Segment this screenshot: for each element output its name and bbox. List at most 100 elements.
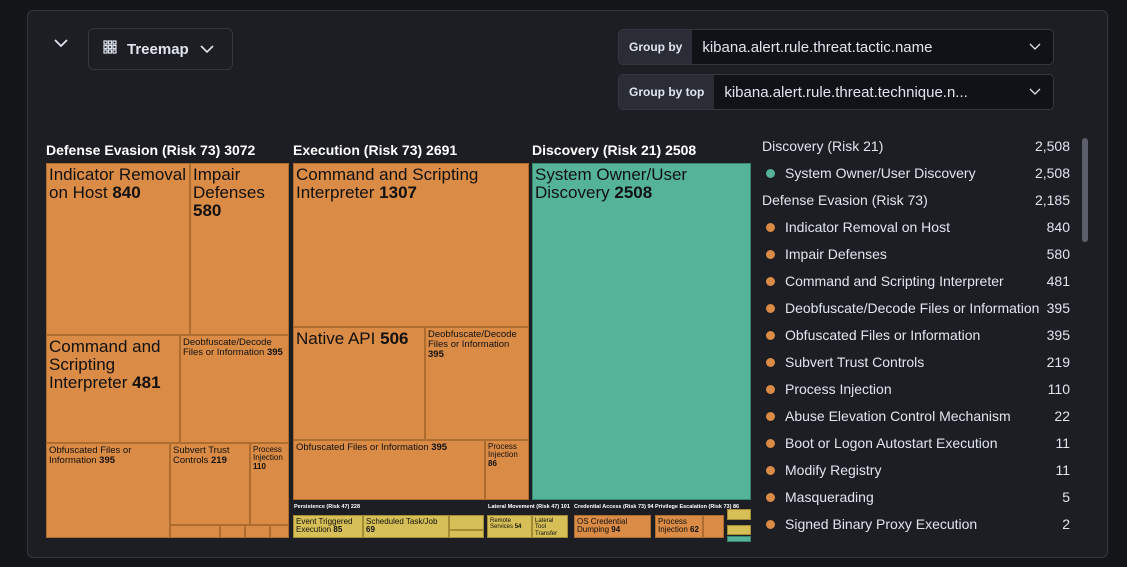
- group-title: Credential Access (Risk 73) 94: [574, 504, 654, 510]
- treemap-cell[interactable]: Lateral Tool Transfer 46: [532, 515, 568, 538]
- legend-item[interactable]: Impair Defenses 580: [762, 244, 1070, 264]
- legend-value: 219: [1046, 354, 1070, 370]
- legend-item[interactable]: Boot or Logon Autostart Execution 11: [762, 433, 1070, 453]
- group-value: 101: [560, 504, 570, 510]
- treemap-cell[interactable]: OS Credential Dumping 94: [574, 515, 651, 538]
- cell-value: 46: [535, 537, 542, 538]
- treemap-cell[interactable]: Event Triggered Execution 85: [293, 515, 363, 538]
- group-title: Execution (Risk 73) 2691: [293, 142, 457, 158]
- treemap-cell[interactable]: Obfuscated Files or Information 395: [46, 443, 170, 538]
- legend-value: 2,185: [1034, 192, 1070, 208]
- legend-item[interactable]: Process Injection 110: [762, 379, 1070, 399]
- legend-group[interactable]: Discovery (Risk 21) 2,508: [762, 136, 1070, 156]
- collapse-chevron-icon[interactable]: [52, 36, 70, 50]
- treemap-cell[interactable]: Process Injection 110: [250, 443, 289, 525]
- legend-dot-icon: [766, 249, 775, 259]
- legend-value: 22: [1054, 408, 1070, 424]
- legend-value: 11: [1055, 462, 1070, 478]
- legend-item[interactable]: Modify Registry 11: [762, 460, 1070, 480]
- view-type-selector[interactable]: Treemap: [88, 28, 233, 70]
- legend-value: 2,508: [1034, 165, 1070, 181]
- legend-group[interactable]: Defense Evasion (Risk 73) 2,185: [762, 190, 1070, 210]
- legend-name: Abuse Elevation Control Mechanism: [785, 408, 1011, 424]
- group-by-top-value: kibana.alert.rule.threat.technique.n...: [724, 83, 968, 101]
- cell-value: 219: [211, 454, 227, 466]
- treemap-cell[interactable]: System Owner/User Discovery 2508: [532, 163, 751, 500]
- cell-value: 506: [380, 329, 409, 348]
- legend-item[interactable]: Obfuscated Files or Information 395: [762, 325, 1070, 345]
- group-title: Persistence (Risk 47) 228: [294, 504, 360, 510]
- legend-item[interactable]: Masquerading 5: [762, 487, 1070, 507]
- treemap-cell[interactable]: Process Injection 86: [485, 440, 529, 500]
- legend-name: Boot or Logon Autostart Execution: [785, 435, 998, 451]
- legend-name: Defense Evasion (Risk 73): [762, 192, 928, 208]
- treemap-cell[interactable]: Process Injection 62: [655, 515, 703, 538]
- legend-scrollbar[interactable]: [1082, 138, 1088, 242]
- group-by-select[interactable]: Group by kibana.alert.rule.threat.tactic…: [618, 29, 1054, 65]
- legend-value: 2,508: [1034, 138, 1070, 154]
- legend-dot-icon: [766, 357, 775, 367]
- cell-value: 395: [99, 454, 116, 466]
- group-by-value: kibana.alert.rule.threat.tactic.name: [702, 38, 933, 56]
- treemap-cell[interactable]: Scheduled Task/Job 69: [363, 515, 449, 538]
- cell-value: 69: [366, 525, 375, 535]
- legend-value: 395: [1046, 300, 1070, 316]
- group-name: Privilege Escalation (Risk 73): [655, 504, 732, 510]
- legend-item[interactable]: Subvert Trust Controls 219: [762, 352, 1070, 372]
- legend-value: 110: [1047, 381, 1070, 397]
- cell-name: Impair Defenses: [193, 165, 265, 202]
- legend-item[interactable]: Indicator Removal on Host 840: [762, 217, 1070, 237]
- legend-dot-icon: [766, 384, 775, 394]
- treemap-cell[interactable]: Obfuscated Files or Information 395: [293, 440, 485, 500]
- treemap-cell-small[interactable]: [170, 525, 220, 538]
- legend-name: Subvert Trust Controls: [785, 354, 925, 370]
- cell-name: Deobfuscate/Decode Files or Information: [183, 337, 272, 358]
- group-value: 2508: [665, 142, 697, 158]
- legend-name: Impair Defenses: [785, 246, 887, 262]
- cell-name: Process Injection: [488, 442, 518, 460]
- legend-value: 840: [1046, 219, 1070, 235]
- cell-name: Deobfuscate/Decode Files or Information: [428, 329, 517, 350]
- legend-item[interactable]: Deobfuscate/Decode Files or Information 3…: [762, 298, 1070, 318]
- treemap-cell[interactable]: Command and Scripting Interpreter 481: [46, 335, 180, 443]
- legend-dot-icon: [766, 411, 775, 421]
- treemap-cell-small[interactable]: [449, 530, 484, 538]
- legend-dot-icon: [766, 330, 775, 340]
- cell-name: Process Injection: [658, 517, 688, 535]
- group-value: 94: [647, 504, 654, 510]
- cell-value: 481: [132, 372, 161, 392]
- cell-value: 2508: [614, 182, 653, 202]
- cell-value: 395: [431, 442, 448, 453]
- treemap-cell[interactable]: Command and Scripting Interpreter 1307: [293, 163, 529, 327]
- group-title: Defense Evasion (Risk 73) 3072: [46, 142, 255, 158]
- group-by-top-select[interactable]: Group by top kibana.alert.rule.threat.te…: [618, 74, 1054, 110]
- treemap-cell-small[interactable]: [703, 515, 724, 538]
- group-title: Discovery (Risk 21) 2508: [532, 142, 696, 158]
- legend-dot-icon: [766, 222, 775, 232]
- treemap-cell[interactable]: Native API 506: [293, 327, 425, 440]
- legend-name: Signed Binary Proxy Execution: [785, 516, 978, 532]
- treemap-cell[interactable]: Impair Defenses 580: [190, 163, 289, 335]
- legend-item[interactable]: Command and Scripting Interpreter 481: [762, 271, 1070, 291]
- legend-item[interactable]: System Owner/User Discovery 2,508: [762, 163, 1070, 183]
- treemap-cell-small[interactable]: [727, 536, 751, 542]
- cell-value: 840: [112, 182, 141, 202]
- treemap-cell[interactable]: Subvert Trust Controls 219: [170, 443, 250, 525]
- legend-dot-icon: [766, 519, 775, 529]
- legend-item[interactable]: Abuse Elevation Control Mechanism 22: [762, 406, 1070, 426]
- treemap-cell-small[interactable]: [727, 525, 751, 535]
- treemap-cell-small[interactable]: [727, 509, 751, 520]
- treemap-cell[interactable]: Remote Services 54: [487, 515, 532, 538]
- legend-item[interactable]: Signed Binary Proxy Execution 2: [762, 514, 1070, 534]
- group-by-label: Group by: [619, 30, 693, 64]
- legend-name: Masquerading: [785, 489, 874, 505]
- treemap-cell[interactable]: Deobfuscate/Decode Files or Information …: [425, 327, 529, 440]
- treemap-cell-small[interactable]: [245, 525, 270, 538]
- legend-dot-icon: [766, 465, 775, 475]
- treemap-cell-small[interactable]: [220, 525, 245, 538]
- cell-value: 110: [253, 461, 266, 471]
- treemap-cell[interactable]: Deobfuscate/Decode Files or Information …: [180, 335, 289, 443]
- treemap-cell[interactable]: Indicator Removal on Host 840: [46, 163, 190, 335]
- treemap-cell-small[interactable]: [449, 515, 484, 530]
- treemap-cell-small[interactable]: [270, 525, 289, 538]
